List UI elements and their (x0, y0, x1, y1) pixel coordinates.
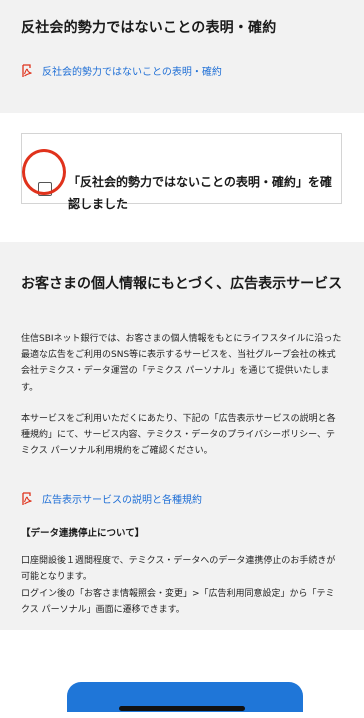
highlight-ring (22, 149, 66, 195)
pdf-link-ad-terms[interactable]: 広告表示サービスの説明と各種規約 (21, 491, 202, 506)
ad-section-title: お客さまの個人情報にもとづく、広告表示サービス (21, 276, 343, 292)
data-stop-navigation: ログイン後の「お客さま情報照会・変更」>「広告利用同意設定」から「テミクス パー… (21, 589, 335, 616)
pdf-link-antisocial[interactable]: 反社会的勢力ではないことの表明・確約 (21, 63, 222, 78)
ad-paragraph-terms: 本サービスをご利用いただくにあたり、下記の「広告表示サービスの説明と各種規約」に… (21, 414, 336, 457)
section-title: 反社会的勢力ではないことの表明・確約 (21, 20, 277, 36)
ad-paragraph-intro: 住信SBIネット銀行では、お客さまの個人情報をもとにライフスタイルに沿った最適な… (21, 334, 342, 393)
confirmation-card[interactable]: 「反社会的勢力ではないことの表明・確約」を確認しました (21, 133, 342, 211)
home-indicator (119, 706, 245, 711)
pdf-link-label[interactable]: 広告表示サービスの説明と各種規約 (42, 491, 202, 506)
pdf-link-label[interactable]: 反社会的勢力ではないことの表明・確約 (42, 63, 222, 78)
data-stop-heading: 【データ連携停止について】 (21, 528, 145, 539)
data-stop-paragraph: 口座開設後１週間程度で、テミクス・データへのデータ連携停止のお手続きが可能となり… (21, 556, 336, 583)
pdf-icon (22, 491, 32, 505)
confirmation-label[interactable]: 「反社会的勢力ではないことの表明・確約」を確認しました (68, 171, 333, 215)
pdf-icon (22, 63, 32, 77)
